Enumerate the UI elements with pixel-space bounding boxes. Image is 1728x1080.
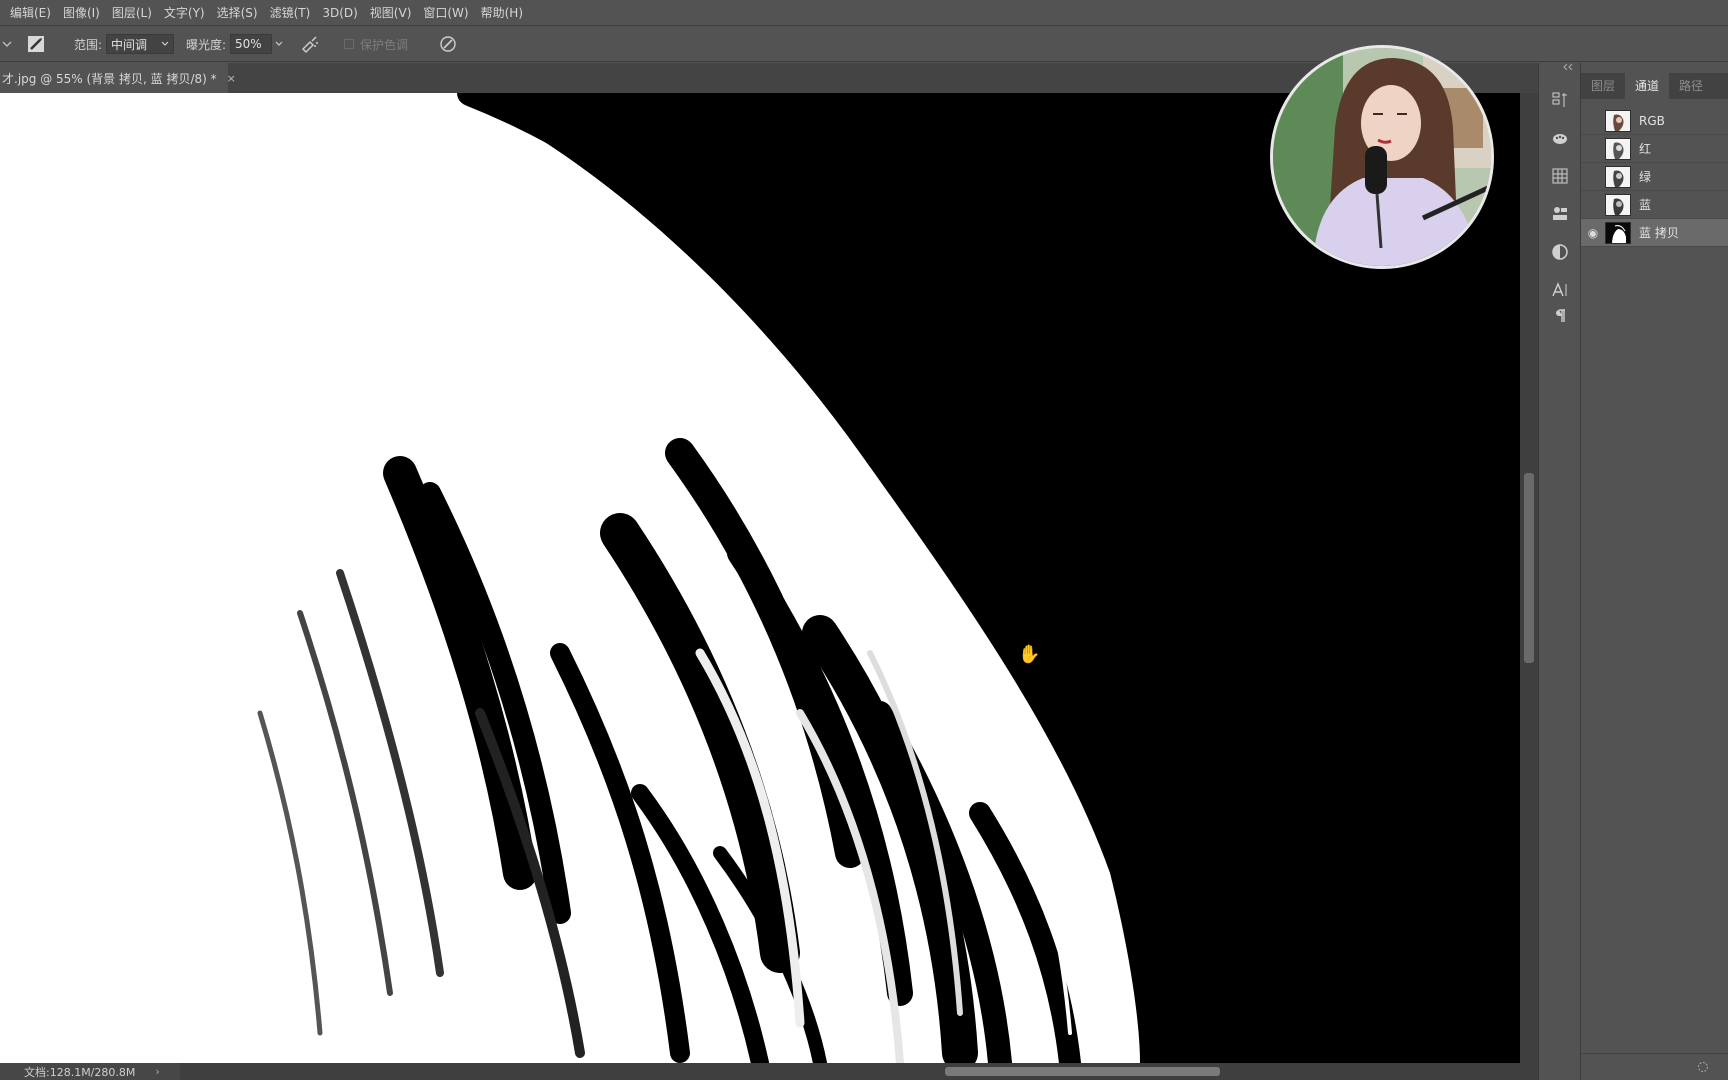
menu-window[interactable]: 窗口(W) [417,0,474,26]
swatches-grid-icon[interactable] [1547,163,1573,189]
exposure-dropdown-icon[interactable] [272,34,286,54]
channel-thumbnail [1605,109,1631,132]
checkbox-box [344,39,354,49]
channel-row-red[interactable]: 红 [1581,135,1728,163]
burn-tool-icon[interactable] [26,26,46,62]
presenter-video-image [1273,48,1491,266]
webcam-overlay [1270,45,1494,269]
channel-name: 绿 [1639,170,1652,184]
libraries-icon[interactable] [1547,201,1573,227]
channel-name: RGB [1639,113,1665,128]
pressure-size-icon[interactable] [438,26,458,62]
channels-panel: 图层 通道 路径 RGB 红 绿 蓝 ◉ 蓝 拷贝 [1580,63,1728,1080]
channel-thumbnail [1605,193,1631,216]
eye-icon[interactable]: ◉ [1581,219,1605,247]
horizontal-scroll-thumb[interactable] [945,1067,1220,1076]
collapse-panels-icon[interactable] [1562,63,1574,73]
visibility-toggle[interactable] [1581,191,1605,219]
airbrush-icon[interactable] [300,26,320,62]
menu-layer[interactable]: 图层(L) [106,0,158,26]
channel-row-rgb[interactable]: RGB [1581,107,1728,135]
tab-channels[interactable]: 通道 [1625,73,1670,99]
document-size-info[interactable]: 文档:128.1M/280.8M [24,1064,135,1080]
channel-row-blue-copy[interactable]: ◉ 蓝 拷贝 [1581,219,1728,247]
channel-name: 红 [1639,142,1652,156]
menu-bar: 编辑(E) 图像(I) 图层(L) 文字(Y) 选择(S) 滤镜(T) 3D(D… [0,0,1728,26]
menu-help[interactable]: 帮助(H) [475,0,529,26]
range-select[interactable]: 中间调 [106,26,174,62]
status-menu-arrow-icon[interactable]: › [155,1065,159,1078]
document-tab-title: 才.jpg @ 55% (背景 拷贝, 蓝 拷贝/8) * [2,71,217,86]
menu-image[interactable]: 图像(I) [57,0,106,26]
history-icon[interactable] [1547,87,1573,113]
menu-select[interactable]: 选择(S) [211,0,264,26]
exposure-value[interactable]: 50% [230,34,272,54]
channel-thumbnail [1605,221,1631,244]
panel-footer [1581,1053,1728,1080]
vertical-scrollbar[interactable] [1520,93,1538,1063]
range-label: 范围: [74,37,103,52]
visibility-toggle[interactable] [1581,107,1605,135]
channel-name: 蓝 [1639,198,1652,212]
protect-tones-label: 保护色调 [360,37,409,52]
panel-tab-strip: 图层 通道 路径 [1581,73,1728,99]
paragraph-icon[interactable] [1547,303,1573,329]
color-palette-icon[interactable] [1547,125,1573,151]
protect-tones-checkbox[interactable]: 保护色调 [344,26,408,62]
menu-type[interactable]: 文字(Y) [158,0,211,26]
menu-edit[interactable]: 编辑(E) [4,0,57,26]
visibility-toggle[interactable] [1581,163,1605,191]
load-selection-icon[interactable] [1697,1061,1709,1076]
tab-paths[interactable]: 路径 [1669,73,1713,99]
exposure-label: 曝光度: [186,37,227,52]
close-icon[interactable]: × [227,72,236,85]
channel-row-green[interactable]: 绿 [1581,163,1728,191]
range-dropdown-icon [158,34,172,54]
document-tab[interactable]: 才.jpg @ 55% (背景 拷贝, 蓝 拷贝/8) * × [0,63,236,93]
horizontal-scrollbar[interactable] [180,1063,1538,1080]
exposure-field[interactable]: 50% [230,26,286,62]
menu-filter[interactable]: 滤镜(T) [264,0,317,26]
visibility-toggle[interactable] [1581,135,1605,163]
adjustments-icon[interactable] [1547,239,1573,265]
tab-layers[interactable]: 图层 [1581,73,1625,99]
hand-cursor-icon: ✋ [1018,644,1041,665]
character-icon[interactable] [1547,277,1573,303]
options-bar: 范围: 中间调 曝光度: 50% 保护色调 [0,26,1728,62]
channel-mask-image [0,93,1520,1063]
panel-icon-dock [1538,63,1580,1080]
document-canvas[interactable]: ✋ [0,93,1520,1063]
vertical-scroll-thumb[interactable] [1524,473,1534,663]
tool-preset-chevron-icon[interactable] [2,26,12,62]
channel-row-blue[interactable]: 蓝 [1581,191,1728,219]
channel-name: 蓝 拷贝 [1639,226,1679,240]
menu-3d[interactable]: 3D(D) [316,0,363,26]
menu-view[interactable]: 视图(V) [364,0,418,26]
channel-thumbnail [1605,137,1631,160]
channel-thumbnail [1605,165,1631,188]
status-bar: 文档:128.1M/280.8M › [0,1063,180,1080]
